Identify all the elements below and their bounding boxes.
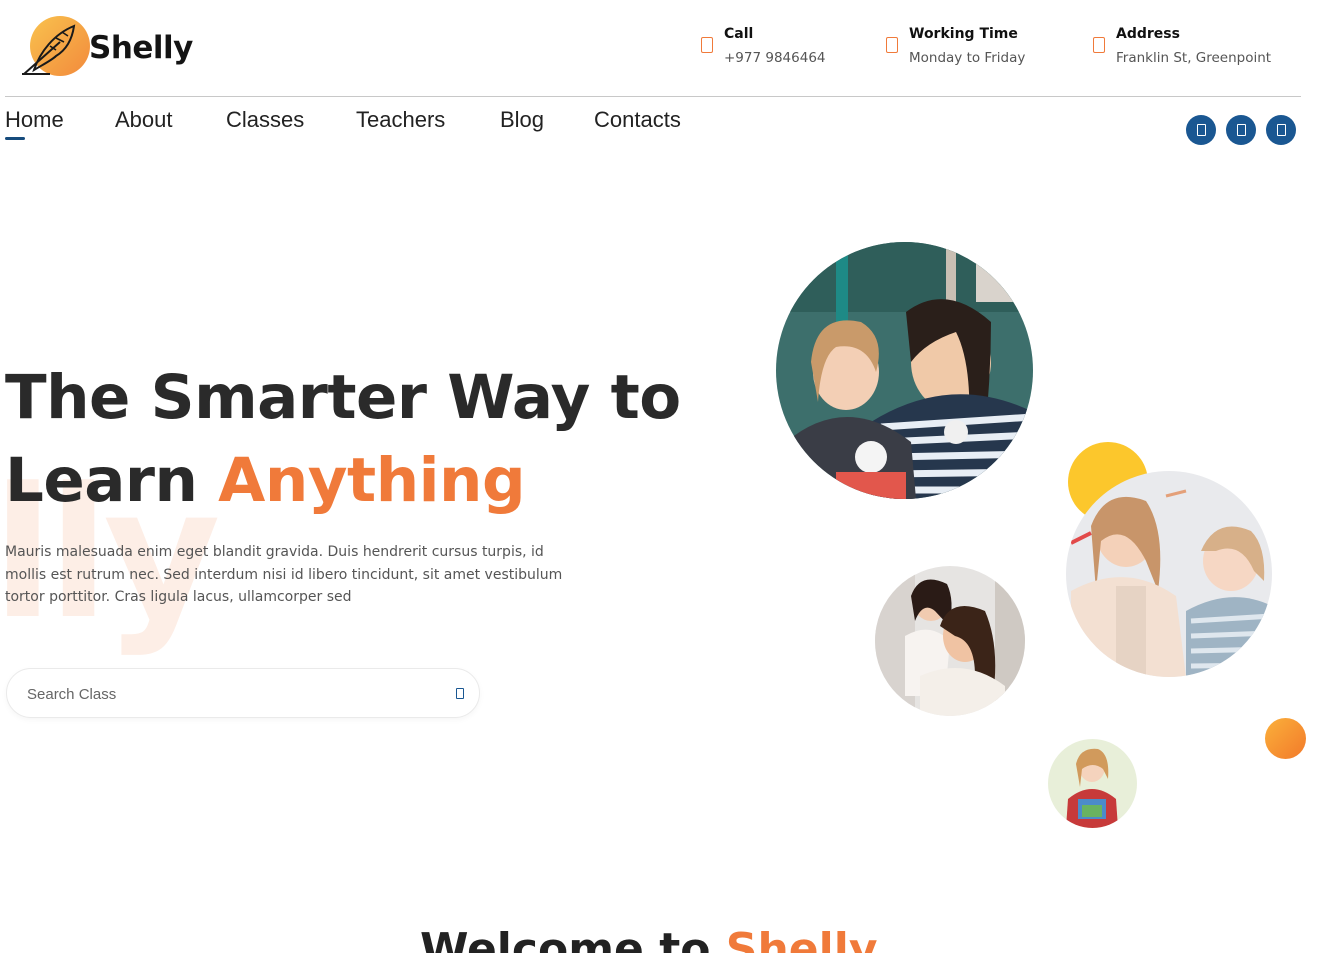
brand-name: Shelly: [89, 30, 193, 66]
hero-title-highlight: Anything: [218, 445, 526, 516]
facebook-icon: [1197, 124, 1206, 136]
logo[interactable]: Shelly: [20, 16, 200, 78]
welcome-heading-highlight: Shelly: [725, 924, 878, 953]
hero-photo-painting: [776, 242, 1033, 499]
contact-value: +977 9846464: [724, 50, 826, 66]
decorative-orange-circle: [1265, 718, 1306, 759]
nav-item-home[interactable]: Home: [5, 107, 64, 133]
contact-title: Working Time: [909, 26, 1018, 42]
hero-title: The Smarter Way to Learn Anything: [5, 356, 681, 522]
search-box: [6, 668, 480, 718]
hero-photo-girls: [1066, 471, 1272, 677]
hero-description: Mauris malesuada enim eget blandit gravi…: [5, 544, 563, 605]
clock-icon: [886, 37, 898, 53]
instagram-icon: [1277, 124, 1286, 136]
contact-value: Monday to Friday: [909, 50, 1026, 66]
hero-title-line1: The Smarter Way to: [5, 362, 681, 433]
phone-icon: [701, 37, 713, 53]
social-facebook-button[interactable]: [1186, 115, 1216, 145]
nav-item-blog[interactable]: Blog: [500, 107, 544, 133]
contact-title: Call: [724, 26, 754, 42]
welcome-heading-text: Welcome to: [420, 924, 726, 953]
nav-item-about[interactable]: About: [115, 107, 173, 133]
contact-value: Franklin St, Greenpoint: [1116, 50, 1272, 66]
nav-active-indicator: [5, 137, 25, 140]
hero-photo-hug: [875, 566, 1025, 716]
header-divider: [5, 96, 1301, 97]
search-input[interactable]: [27, 682, 427, 706]
social-twitter-button[interactable]: [1226, 115, 1256, 145]
contact-title: Address: [1116, 26, 1180, 42]
welcome-heading: Welcome to Shelly: [420, 928, 878, 953]
hero-title-line2: Learn: [5, 445, 219, 516]
social-instagram-button[interactable]: [1266, 115, 1296, 145]
nav-item-contacts[interactable]: Contacts: [594, 107, 681, 133]
twitter-icon: [1237, 124, 1246, 136]
logo-feather-icon: [22, 16, 90, 76]
nav-item-teachers[interactable]: Teachers: [356, 107, 445, 133]
hero-photo-student: [1048, 739, 1137, 828]
nav-item-classes[interactable]: Classes: [226, 107, 304, 133]
search-icon[interactable]: [456, 688, 464, 699]
map-pin-icon: [1093, 37, 1105, 53]
